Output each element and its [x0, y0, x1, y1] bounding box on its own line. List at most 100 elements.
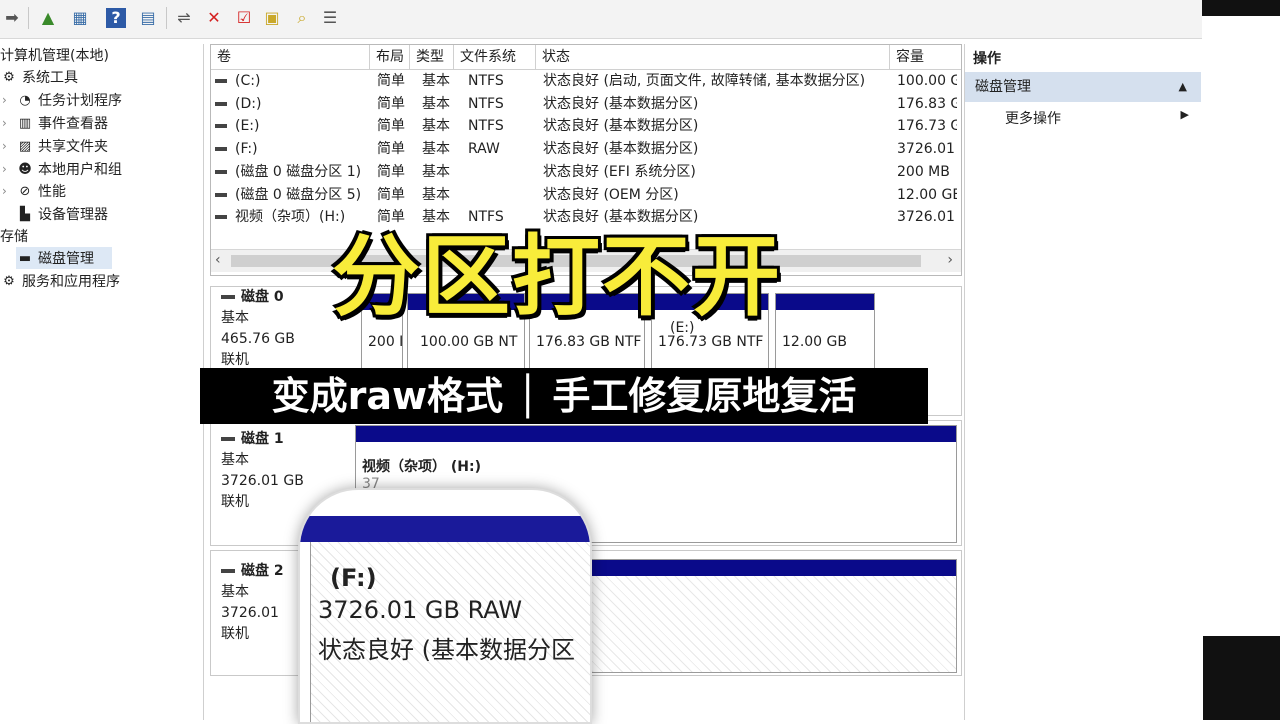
device-manager-icon: ▙: [20, 206, 30, 222]
column-header-capacity[interactable]: 容量: [890, 45, 961, 70]
navigation-tree: 计算机管理(本地) ⚙ 系统工具 › ◔ 任务计划程序 › ▥ 事件查看器 › …: [0, 44, 204, 720]
table-cell-layout: 简单: [377, 118, 405, 135]
volume-name: (E:): [235, 118, 260, 135]
disk-type: 基本: [221, 310, 249, 326]
connect-icon[interactable]: ⇌: [174, 8, 194, 28]
table-cell-cap: 12.00 GE: [897, 186, 957, 203]
chevron-right-icon[interactable]: ›: [2, 139, 16, 153]
tree-item-label: 性能: [38, 184, 66, 200]
magnifier-zoom: (F:) 3726.01 GB RAW 状态良好 (基本数据分区: [298, 488, 592, 724]
column-header-layout[interactable]: 布局: [370, 45, 410, 70]
tree-root[interactable]: 计算机管理(本地): [0, 44, 109, 66]
volume-icon: [215, 101, 227, 106]
table-cell-cap: 176.83 G: [897, 95, 957, 112]
tree-item-shared-folders[interactable]: › ▨ 共享文件夹: [2, 135, 108, 157]
disk-icon: ▬: [18, 250, 32, 266]
show-hide-tree-icon[interactable]: ▦: [70, 8, 90, 28]
table-cell-status: 状态良好 (EFI 系统分区): [543, 163, 696, 180]
tree-item-label: 事件查看器: [38, 116, 108, 132]
tree-item-local-users[interactable]: › ☻ 本地用户和组: [2, 158, 122, 180]
disk-0-info: 磁盘 0 基本 465.76 GB 联机: [221, 287, 295, 371]
volume-name: (C:): [235, 73, 261, 89]
delete-icon[interactable]: ✕: [204, 8, 224, 28]
properties-icon[interactable]: ▤: [138, 8, 158, 28]
table-cell-status: 状态良好 (基本数据分区): [543, 118, 699, 135]
actions-section-disk-management[interactable]: 磁盘管理 ▲: [965, 72, 1201, 102]
column-header-status[interactable]: 状态: [536, 45, 890, 70]
partition-label: 176.73 GB NTF: [658, 334, 764, 350]
table-cell-status: 状态良好 (基本数据分区): [543, 95, 699, 112]
disk-0-name: 磁盘 0: [221, 287, 295, 308]
column-header-type[interactable]: 类型: [410, 45, 454, 70]
table-cell-vol: (C:): [215, 70, 365, 92]
volume-icon: [215, 147, 227, 152]
tree-item-label: 本地用户和组: [38, 162, 122, 178]
table-row[interactable]: (D:) 简单 基本 NTFS 状态良好 (基本数据分区) 176.83 G: [211, 93, 961, 115]
chevron-right-icon[interactable]: ›: [2, 162, 16, 176]
magnifier-status: 状态良好 (基本数据分区: [318, 636, 575, 664]
table-cell-cap: 176.73 G: [897, 118, 957, 135]
table-cell-fs: NTFS: [468, 73, 504, 89]
volume-icon: [215, 79, 227, 83]
shared-folder-icon: ▨: [18, 138, 32, 154]
disk-1-info: 磁盘 1 基本 3726.01 GB 联机: [221, 429, 304, 513]
magnifier-partition-bar: [300, 516, 590, 542]
column-header-volume[interactable]: 卷: [211, 45, 370, 70]
forward-arrow-icon[interactable]: ➡: [2, 8, 22, 28]
tree-item-performance[interactable]: › ⊘ 性能: [2, 180, 66, 202]
help-icon[interactable]: ?: [106, 8, 126, 28]
table-row[interactable]: (E:) 简单 基本 NTFS 状态良好 (基本数据分区) 176.73 G: [211, 115, 961, 137]
collapse-icon[interactable]: ▲: [1179, 72, 1187, 102]
disk-2-name: 磁盘 2: [221, 561, 284, 582]
actions-section-label: 磁盘管理: [975, 79, 1031, 95]
disk-2-info: 磁盘 2 基本 3726.01 联机: [221, 561, 284, 645]
tree-item-label: 服务和应用程序: [22, 274, 120, 290]
toolbar: ➡ ▲ ▦ ? ▤ ⇌ ✕ ☑ ▣ ⌕ ☰: [0, 0, 1202, 39]
disk-name-text: 磁盘 1: [241, 431, 284, 447]
disk-size: 3726.01: [221, 605, 279, 621]
table-cell-status: 状态良好 (启动, 页面文件, 故障转储, 基本数据分区): [543, 73, 866, 89]
partition-label: 176.83 GB NTF: [536, 334, 642, 350]
tree-item-label: 共享文件夹: [38, 139, 108, 155]
scroll-left-icon[interactable]: ‹: [215, 252, 221, 268]
disk-name-text: 磁盘 0: [241, 289, 284, 305]
services-icon: ⚙: [3, 273, 15, 289]
volume-icon: [215, 215, 227, 220]
tree-item-services-apps[interactable]: ⚙ 服务和应用程序: [0, 270, 120, 292]
tree-item-task-scheduler[interactable]: › ◔ 任务计划程序: [2, 89, 122, 111]
chevron-right-icon[interactable]: ›: [2, 93, 16, 107]
check-icon[interactable]: ☑: [234, 8, 254, 28]
table-cell-type: 基本: [422, 118, 450, 135]
magnifier-drive-letter: (F:): [330, 564, 377, 592]
more-actions-item[interactable]: 更多操作 ▶: [1005, 108, 1189, 128]
chevron-right-icon[interactable]: ›: [2, 116, 16, 130]
chevron-right-icon[interactable]: ›: [2, 184, 16, 198]
table-cell-cap: 3726.01: [897, 209, 955, 226]
tree-item-device-manager[interactable]: ▙ 设备管理器: [16, 203, 108, 225]
table-row[interactable]: (F:) 简单 基本 RAW 状态良好 (基本数据分区) 3726.01: [211, 138, 961, 160]
up-folder-icon[interactable]: ▲: [38, 8, 58, 28]
search-folder-icon[interactable]: ⌕: [292, 8, 312, 28]
background-window: [1202, 16, 1280, 636]
disk-name-text: 磁盘 2: [241, 563, 284, 579]
disk-type: 基本: [221, 452, 249, 468]
column-header-filesystem[interactable]: 文件系统: [454, 45, 536, 70]
disk-status: 联机: [221, 626, 249, 642]
disk-type: 基本: [221, 584, 249, 600]
table-row[interactable]: (磁盘 0 磁盘分区 1) 简单 基本 状态良好 (EFI 系统分区) 200 MB: [211, 161, 961, 183]
table-cell-layout: 简单: [377, 73, 405, 89]
tree-item-disk-management[interactable]: ▬ 磁盘管理: [16, 247, 112, 269]
open-folder-icon[interactable]: ▣: [262, 8, 282, 28]
scroll-right-icon[interactable]: ›: [947, 252, 953, 268]
list-view-icon[interactable]: ☰: [320, 8, 340, 28]
tree-item-label: 磁盘管理: [38, 251, 94, 267]
table-cell-type: 基本: [422, 73, 450, 89]
tree-item-event-viewer[interactable]: › ▥ 事件查看器: [2, 112, 108, 134]
table-cell-cap: 100.00 G: [897, 73, 957, 89]
tree-root-label: 计算机管理(本地): [0, 48, 109, 64]
table-row[interactable]: (C:) 简单 基本 NTFS 状态良好 (启动, 页面文件, 故障转储, 基本数据分区…: [211, 70, 961, 92]
table-row[interactable]: (磁盘 0 磁盘分区 5) 简单 基本 状态良好 (OEM 分区) 12.00 GE: [211, 184, 961, 206]
table-cell-type: 基本: [422, 141, 450, 158]
tree-item-system-tools[interactable]: ⚙ 系统工具: [0, 66, 78, 88]
tree-item-storage[interactable]: 存储: [0, 225, 28, 247]
